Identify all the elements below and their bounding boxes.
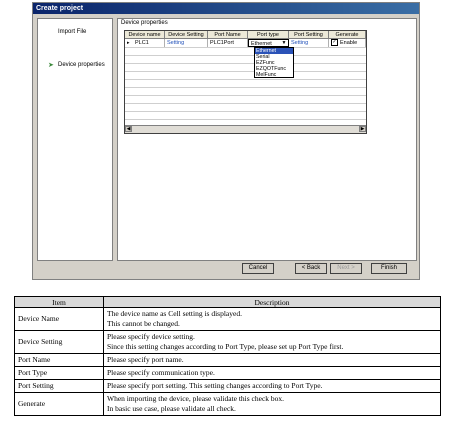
description-cell: The device name as Cell setting is displ… — [103, 307, 441, 331]
chevron-down-icon[interactable]: ▼ — [281, 41, 287, 46]
description-cell: Please specify port name. — [103, 353, 441, 367]
back-button[interactable]: < Back — [295, 263, 327, 274]
dialog-title: Create project — [33, 3, 419, 14]
nav-item-import-file[interactable]: Import File — [58, 29, 86, 35]
item-cell: Port Setting — [14, 379, 104, 393]
table-row: Port Type Please specify communication t… — [14, 366, 441, 380]
device-name-value: PLC1 — [135, 40, 149, 46]
table-row: Port Setting Please specify port setting… — [14, 379, 441, 393]
scroll-right-icon[interactable]: ▶ — [359, 126, 366, 132]
cell-device-name: ▸ PLC1 — [125, 39, 165, 47]
cell-port-name[interactable]: PLC1Port — [208, 39, 248, 47]
description-line: Please specify device setting. — [107, 332, 195, 341]
finish-button[interactable]: Finish — [371, 263, 407, 274]
description-line: The device name as Cell setting is displ… — [107, 309, 242, 318]
cell-port-setting[interactable]: Setting — [289, 39, 329, 47]
horizontal-scrollbar[interactable]: ◀ ▶ — [125, 125, 366, 133]
description-cell: When importing the device, please valida… — [103, 392, 441, 416]
item-cell: Device Setting — [14, 330, 104, 354]
row-divider — [125, 63, 366, 64]
column-header-description: Description — [103, 296, 441, 308]
description-cell: Please specify communication type. — [103, 366, 441, 380]
row-divider — [125, 71, 366, 72]
row-divider — [125, 95, 366, 96]
row-divider — [125, 87, 366, 88]
expand-icon: ▸ — [127, 40, 130, 46]
section-label: Device properties — [121, 20, 168, 26]
next-button[interactable]: Next > — [330, 263, 362, 274]
row-divider — [125, 79, 366, 80]
column-header-port-type[interactable]: Port type — [248, 31, 289, 39]
description-line: Please specify port setting. This settin… — [107, 381, 323, 390]
description-cell: Please specify device setting. Since thi… — [103, 330, 441, 354]
row-divider — [125, 111, 366, 112]
item-cell: Generate — [14, 392, 104, 416]
device-grid: Device name Device Setting Port Name Por… — [124, 30, 367, 134]
scroll-left-icon[interactable]: ◀ — [125, 126, 132, 132]
description-line: This cannot be changed. — [107, 319, 180, 328]
item-cell: Port Name — [14, 353, 104, 367]
description-line: Please specify port name. — [107, 355, 184, 364]
cell-generate: ✓ Enable — [329, 39, 366, 47]
generate-checkbox[interactable]: ✓ — [331, 39, 338, 47]
column-header-device-name[interactable]: Device name — [125, 31, 165, 39]
port-type-option[interactable]: MelFunc — [255, 72, 293, 78]
table-row: Device Name The device name as Cell sett… — [14, 307, 441, 331]
row-divider — [125, 55, 366, 56]
port-type-dropdown-list: Ethernet Serial EZFunc EZQOTFunc MelFunc — [254, 47, 294, 78]
cancel-button[interactable]: Cancel — [242, 263, 274, 274]
device-properties-panel: Device properties Device name Device Set… — [117, 18, 417, 261]
description-cell: Please specify port setting. This settin… — [103, 379, 441, 393]
description-line: Please specify communication type. — [107, 368, 215, 377]
description-line: In basic use case, please validate all c… — [107, 404, 236, 413]
wizard-nav-panel: Import File ➤ Device properties — [37, 18, 113, 261]
column-header-device-setting[interactable]: Device Setting — [165, 31, 208, 39]
description-table: Item Description Device Name The device … — [14, 296, 441, 416]
column-header-port-name[interactable]: Port Name — [208, 31, 248, 39]
item-cell: Port Type — [14, 366, 104, 380]
table-row: Port Name Please specify port name. — [14, 353, 441, 367]
nav-item-device-properties[interactable]: Device properties — [58, 62, 105, 68]
table-row: Generate When importing the device, plea… — [14, 392, 441, 416]
item-cell: Device Name — [14, 307, 104, 331]
current-step-arrow-icon: ➤ — [48, 62, 54, 69]
row-divider — [125, 119, 366, 120]
table-header-row: Item Description — [14, 296, 441, 308]
column-header-generate[interactable]: Generate — [329, 31, 366, 39]
row-divider — [125, 103, 366, 104]
port-type-combobox[interactable]: Ethernet ▼ — [248, 39, 289, 47]
generate-label: Enable — [340, 40, 358, 46]
column-header-port-setting[interactable]: Port Setting — [289, 31, 329, 39]
table-row: Device Setting Please specify device set… — [14, 330, 441, 354]
create-project-dialog: Create project Import File ➤ Device prop… — [32, 2, 420, 280]
column-header-item: Item — [14, 296, 104, 308]
cell-device-setting[interactable]: Setting — [165, 39, 208, 47]
description-line: When importing the device, please valida… — [107, 394, 285, 403]
description-line: Since this setting changes according to … — [107, 342, 344, 351]
row-divider — [125, 47, 366, 48]
